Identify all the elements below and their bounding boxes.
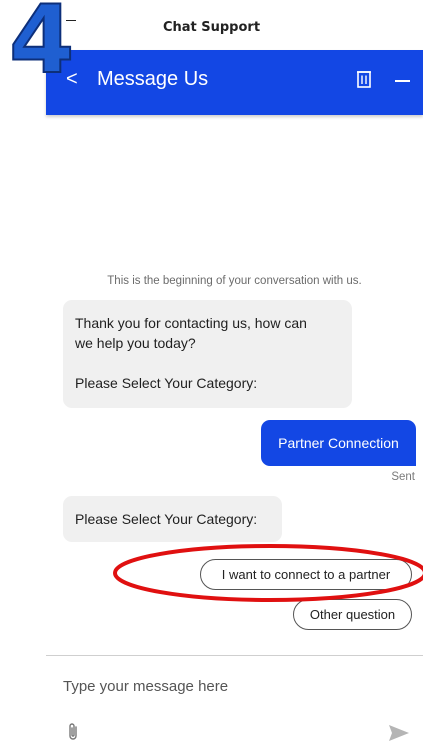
step-number-badge: 4 — [8, 0, 75, 95]
chat-header: < Message Us — [46, 50, 423, 115]
agent-message-line: we help you today? — [75, 335, 196, 351]
message-status: Sent — [391, 471, 415, 483]
composer-divider — [46, 655, 423, 656]
quick-reply-connect-partner[interactable]: I want to connect to a partner — [200, 559, 412, 590]
agent-message-line: Thank you for contacting us, how can — [75, 315, 307, 331]
trash-icon[interactable] — [357, 71, 371, 88]
agent-message-line: Please Select Your Category: — [75, 375, 258, 391]
message-input[interactable] — [63, 674, 403, 698]
user-message-bubble: Partner Connection — [261, 420, 416, 466]
send-icon[interactable] — [388, 724, 410, 742]
minimize-icon[interactable] — [395, 80, 410, 82]
conversation-start-note: This is the beginning of your conversati… — [107, 275, 362, 287]
header-title: Message Us — [97, 68, 209, 90]
agent-message-bubble: Thank you for contacting us, how can we … — [63, 300, 352, 408]
agent-message-bubble: Please Select Your Category: — [63, 496, 282, 542]
paperclip-icon[interactable] — [66, 722, 80, 742]
quick-reply-other-question[interactable]: Other question — [293, 599, 412, 630]
